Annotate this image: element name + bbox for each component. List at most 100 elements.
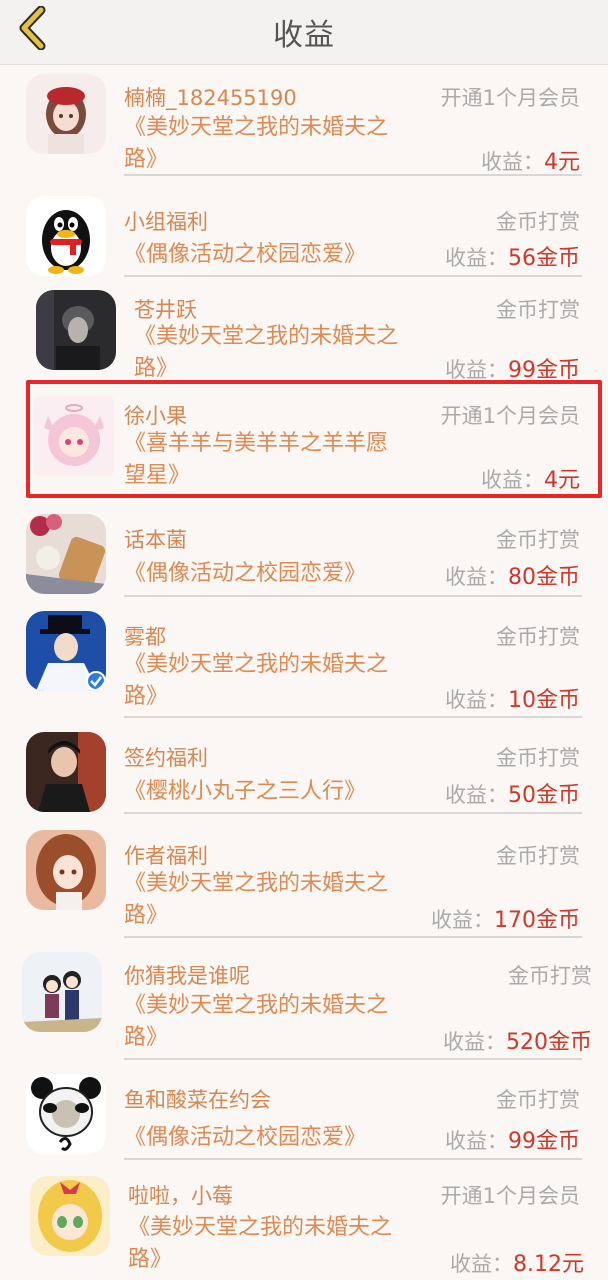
reward-type: 金币打赏 bbox=[496, 844, 580, 868]
avatar bbox=[26, 611, 106, 691]
man-portrait-avatar bbox=[26, 732, 106, 812]
earnings-label: 收益： bbox=[445, 1129, 508, 1153]
earnings: 收益：56金币 bbox=[445, 240, 580, 272]
book-title-line: 路》 bbox=[124, 1025, 169, 1050]
reward-type: 金币打赏 bbox=[508, 964, 592, 988]
dark-photo-avatar bbox=[36, 290, 116, 370]
reward-type: 金币打赏 bbox=[496, 1088, 580, 1112]
user-name: 小组福利 bbox=[124, 210, 208, 234]
divider bbox=[124, 1058, 582, 1060]
avatar bbox=[26, 1074, 106, 1154]
earnings: 收益：4元 bbox=[481, 144, 580, 176]
reward-type: 金币打赏 bbox=[496, 528, 580, 552]
book-title-line: 《美妙天堂之我的未婚夫之 bbox=[124, 993, 389, 1018]
book-title-line: 《偶像活动之校园恋爱》 bbox=[124, 242, 367, 267]
book-title-line: 路》 bbox=[124, 147, 169, 172]
avatar bbox=[26, 196, 106, 276]
earnings-label: 收益： bbox=[445, 783, 508, 807]
book-title: 《偶像活动之校园恋爱》 bbox=[124, 239, 424, 271]
user-name: 话本菌 bbox=[124, 528, 187, 552]
earnings: 收益：99金币 bbox=[445, 1123, 580, 1155]
earnings-label: 收益： bbox=[445, 565, 508, 589]
earnings: 收益：8.12元 bbox=[450, 1246, 584, 1278]
user-name: 雾都 bbox=[124, 625, 166, 649]
earnings: 收益：170金币 bbox=[431, 902, 580, 934]
user-name: 楠楠_182455190 bbox=[124, 86, 297, 110]
earnings: 收益：80金币 bbox=[445, 559, 580, 591]
divider bbox=[124, 1158, 582, 1160]
avatar bbox=[26, 732, 106, 812]
reward-type: 金币打赏 bbox=[496, 298, 580, 322]
earnings-label: 收益： bbox=[445, 688, 508, 712]
divider bbox=[124, 275, 582, 277]
reward-type: 金币打赏 bbox=[496, 746, 580, 770]
divider bbox=[124, 812, 582, 814]
reward-type: 开通1个月会员 bbox=[440, 1184, 580, 1208]
app-header: 收益 bbox=[0, 0, 608, 65]
user-name: 鱼和酸菜在约会 bbox=[124, 1088, 271, 1112]
flowers-bread-avatar bbox=[26, 514, 106, 594]
earnings-label: 收益： bbox=[443, 1030, 506, 1054]
divider bbox=[124, 174, 582, 176]
earnings-value: 4元 bbox=[544, 150, 580, 175]
highlight-box bbox=[26, 380, 602, 498]
book-title-line: 路》 bbox=[128, 1247, 173, 1272]
book-title-line: 《美妙天堂之我的未婚夫之 bbox=[128, 1215, 393, 1240]
earnings: 收益：10金币 bbox=[445, 682, 580, 714]
book-title: 《美妙天堂之我的未婚夫之 路》 bbox=[124, 112, 424, 176]
reward-type: 开通1个月会员 bbox=[440, 86, 580, 110]
earnings-value: 170金币 bbox=[494, 908, 580, 933]
panda-meme-avatar bbox=[26, 1074, 106, 1154]
book-title-line: 《樱桃小丸子之三人行》 bbox=[124, 779, 367, 804]
earnings-label: 收益： bbox=[445, 246, 508, 270]
earnings-value: 80金币 bbox=[508, 565, 580, 590]
user-name: 苍井跃 bbox=[134, 298, 197, 322]
couple-cartoon-avatar bbox=[22, 952, 102, 1032]
earnings-label: 收益： bbox=[445, 358, 508, 382]
earnings: 收益：520金币 bbox=[443, 1024, 592, 1056]
divider bbox=[124, 936, 582, 938]
book-title: 《美妙天堂之我的未婚夫之 路》 bbox=[124, 649, 424, 713]
earnings-label: 收益： bbox=[481, 150, 544, 174]
book-title: 《美妙天堂之我的未婚夫之 路》 bbox=[134, 321, 434, 385]
user-name: 签约福利 bbox=[124, 746, 208, 770]
avatar bbox=[26, 830, 106, 910]
kid-kaitou-avatar bbox=[26, 611, 106, 691]
avatar bbox=[30, 1176, 110, 1256]
earnings-value: 520金币 bbox=[506, 1030, 592, 1055]
penguin-avatar bbox=[26, 196, 106, 276]
book-title: 《美妙天堂之我的未婚夫之 路》 bbox=[128, 1212, 428, 1276]
blonde-anime-girl-avatar bbox=[30, 1176, 110, 1256]
book-title-line: 《偶像活动之校园恋爱》 bbox=[124, 561, 367, 586]
book-title-line: 《美妙天堂之我的未婚夫之 bbox=[124, 652, 389, 677]
book-title-line: 路》 bbox=[124, 903, 169, 928]
user-name: 你猜我是谁呢 bbox=[124, 964, 250, 988]
reward-type: 金币打赏 bbox=[496, 625, 580, 649]
avatar bbox=[36, 290, 116, 370]
earnings-value: 8.12元 bbox=[513, 1252, 584, 1277]
book-title: 《美妙天堂之我的未婚夫之 路》 bbox=[124, 990, 424, 1054]
earnings-value: 99金币 bbox=[508, 1129, 580, 1154]
book-title-line: 《美妙天堂之我的未婚夫之 bbox=[124, 871, 389, 896]
divider bbox=[124, 595, 582, 597]
page-title: 收益 bbox=[273, 18, 335, 53]
user-name: 啦啦，小莓 bbox=[128, 1184, 233, 1208]
avatar bbox=[26, 74, 106, 154]
book-title-line: 路》 bbox=[124, 684, 169, 709]
girl-red-hat-avatar bbox=[26, 74, 106, 154]
avatar bbox=[22, 952, 102, 1032]
book-title-line: 《美妙天堂之我的未婚夫之 bbox=[134, 324, 399, 349]
book-title: 《偶像活动之校园恋爱》 bbox=[124, 1122, 424, 1154]
divider bbox=[124, 716, 582, 718]
book-title-line: 《偶像活动之校园恋爱》 bbox=[124, 1125, 367, 1150]
earnings-value: 56金币 bbox=[508, 246, 580, 271]
earnings-value: 10金币 bbox=[508, 688, 580, 713]
book-title: 《樱桃小丸子之三人行》 bbox=[124, 776, 424, 808]
earnings: 收益：50金币 bbox=[445, 777, 580, 809]
book-title-line: 《美妙天堂之我的未婚夫之 bbox=[124, 115, 389, 140]
earnings-label: 收益： bbox=[450, 1252, 513, 1276]
book-title: 《美妙天堂之我的未婚夫之 路》 bbox=[124, 868, 424, 932]
earnings-label: 收益： bbox=[431, 908, 494, 932]
reward-type: 金币打赏 bbox=[496, 210, 580, 234]
avatar bbox=[26, 514, 106, 594]
